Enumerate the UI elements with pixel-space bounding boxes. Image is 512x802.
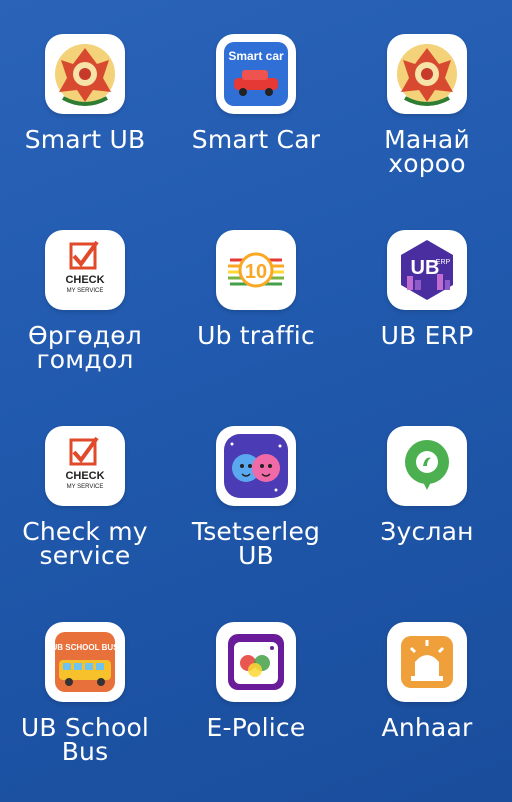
app-label: Зуслан — [380, 517, 474, 546]
my-service-text: MY SERVICE — [67, 484, 104, 490]
app-label: UB School Bus — [20, 713, 150, 766]
app-manai-khoroo[interactable]: Манай хороо — [342, 34, 512, 176]
app-grid: Smart UB Smart car Smart Car Манай хороо… — [0, 0, 512, 802]
ub-traffic-icon: 10 — [216, 230, 296, 310]
camera-icon — [216, 622, 296, 702]
app-label: Check my service — [22, 517, 148, 570]
app-label: Anhaar — [381, 713, 473, 742]
app-ub-school-bus[interactable]: UB SCHOOL BUS UB School Bus — [0, 622, 170, 764]
check-my-service-icon: CHECK MY SERVICE — [45, 426, 125, 506]
school-bus-text: UB SCHOOL BUS — [52, 643, 120, 652]
smart-car-icon: Smart car — [216, 34, 296, 114]
kids-faces-icon — [216, 426, 296, 506]
app-label: Smart Car — [191, 125, 321, 154]
alarm-siren-icon — [387, 622, 467, 702]
app-label: Өргөдөл гомдол — [28, 321, 142, 374]
app-orgodol-gomdol[interactable]: CHECK MY SERVICE Өргөдөл гомдол — [0, 230, 170, 372]
app-ub-erp[interactable]: UB ERP UB ERP — [342, 230, 512, 348]
check-text: CHECK — [65, 470, 104, 482]
school-bus-icon: UB SCHOOL BUS — [45, 622, 125, 702]
app-label: Tsetserleg UB — [191, 517, 321, 570]
smart-car-icon-text: Smart car — [228, 49, 284, 63]
app-smart-ub[interactable]: Smart UB — [0, 34, 170, 152]
app-label: Манай хороо — [384, 125, 470, 178]
app-zuslan[interactable]: Зуслан — [342, 426, 512, 544]
ub-emblem-icon — [45, 34, 125, 114]
erp-sub-text: ERP — [436, 259, 451, 266]
app-e-police[interactable]: E-Police — [171, 622, 341, 740]
app-label: Ub traffic — [197, 321, 315, 350]
app-label: Smart UB — [24, 125, 146, 154]
app-label: E-Police — [206, 713, 306, 742]
map-pin-icon — [387, 426, 467, 506]
app-ub-traffic[interactable]: 10 Ub traffic — [171, 230, 341, 348]
app-check-my-service[interactable]: CHECK MY SERVICE Check my service — [0, 426, 170, 568]
app-tsetserleg-ub[interactable]: Tsetserleg UB — [171, 426, 341, 568]
traffic-number: 10 — [245, 261, 267, 283]
check-text: CHECK — [65, 274, 104, 286]
ub-erp-icon: UB ERP — [387, 230, 467, 310]
app-anhaar[interactable]: Anhaar — [342, 622, 512, 740]
app-smart-car[interactable]: Smart car Smart Car — [171, 34, 341, 152]
app-label: UB ERP — [380, 321, 474, 350]
ub-emblem-icon — [387, 34, 467, 114]
check-my-service-icon: CHECK MY SERVICE — [45, 230, 125, 310]
my-service-text: MY SERVICE — [67, 288, 104, 294]
